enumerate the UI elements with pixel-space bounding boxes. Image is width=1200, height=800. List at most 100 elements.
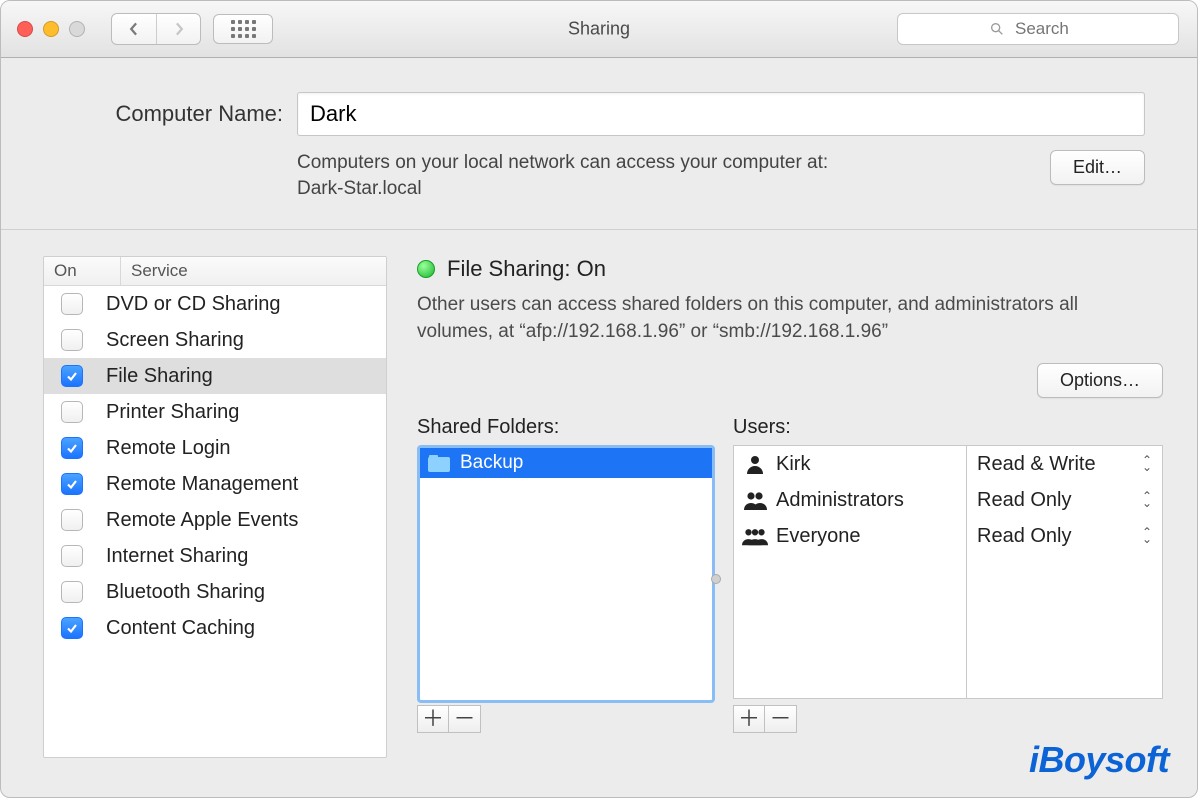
add-user-button[interactable]: ＋ bbox=[733, 705, 765, 733]
toolbar: Sharing bbox=[1, 1, 1197, 58]
permission-value: Read Only bbox=[977, 525, 1072, 548]
close-window-button[interactable] bbox=[17, 21, 33, 37]
computer-name-input[interactable] bbox=[297, 92, 1145, 136]
group-icon bbox=[743, 490, 767, 510]
service-row[interactable]: Screen Sharing bbox=[44, 322, 386, 358]
back-button[interactable] bbox=[112, 14, 156, 44]
service-checkbox[interactable] bbox=[61, 473, 83, 495]
services-header: On Service bbox=[44, 257, 386, 286]
window-controls bbox=[17, 21, 85, 37]
computer-name-label: Computer Name: bbox=[53, 101, 283, 127]
users-column: Users: Kirk Administrators Everyone Read &… bbox=[733, 416, 1163, 733]
everyone-icon bbox=[742, 526, 768, 546]
check-icon bbox=[66, 622, 78, 634]
users-list[interactable]: Kirk Administrators Everyone bbox=[733, 445, 967, 699]
folder-icon bbox=[428, 455, 450, 472]
local-access-description: Computers on your local network can acce… bbox=[297, 150, 828, 201]
minimize-window-button[interactable] bbox=[43, 21, 59, 37]
service-name: Remote Management bbox=[100, 473, 298, 496]
permission-stepper-icon[interactable]: ⌃⌄ bbox=[1142, 493, 1152, 507]
service-checkbox[interactable] bbox=[61, 329, 83, 351]
service-checkbox[interactable] bbox=[61, 365, 83, 387]
service-name: DVD or CD Sharing bbox=[100, 293, 281, 316]
window-title: Sharing bbox=[568, 19, 630, 40]
service-name: File Sharing bbox=[100, 365, 213, 388]
status-title: File Sharing: On bbox=[447, 256, 606, 282]
check-icon bbox=[66, 478, 78, 490]
service-name: Content Caching bbox=[100, 617, 255, 640]
permission-row[interactable]: Read Only⌃⌄ bbox=[967, 482, 1162, 518]
shared-folders-label: Shared Folders: bbox=[417, 416, 715, 439]
service-name: Remote Apple Events bbox=[100, 509, 298, 532]
check-icon bbox=[66, 370, 78, 382]
search-field[interactable] bbox=[897, 13, 1179, 45]
service-name: Screen Sharing bbox=[100, 329, 244, 352]
grid-icon bbox=[231, 20, 256, 38]
shared-folders-column: Shared Folders: Backup ＋ － bbox=[417, 416, 715, 733]
service-row[interactable]: File Sharing bbox=[44, 358, 386, 394]
chevron-right-icon bbox=[172, 22, 186, 36]
service-checkbox[interactable] bbox=[61, 545, 83, 567]
service-checkbox[interactable] bbox=[61, 437, 83, 459]
remove-folder-button[interactable]: － bbox=[449, 705, 481, 733]
service-row[interactable]: Printer Sharing bbox=[44, 394, 386, 430]
user-row[interactable]: Everyone bbox=[734, 518, 966, 554]
permission-value: Read & Write bbox=[977, 453, 1096, 476]
sharing-preferences-window: Sharing Computer Name: Computers on your… bbox=[0, 0, 1198, 798]
service-row[interactable]: Content Caching bbox=[44, 610, 386, 646]
permission-row[interactable]: Read Only ⌃⌄ bbox=[967, 518, 1162, 554]
service-checkbox[interactable] bbox=[61, 509, 83, 531]
shared-folder-row[interactable]: Backup bbox=[420, 448, 712, 478]
permission-row[interactable]: Read & Write ⌃⌄ bbox=[967, 446, 1162, 482]
header-panel: Computer Name: Computers on your local n… bbox=[1, 58, 1197, 230]
service-row[interactable]: Remote Management bbox=[44, 466, 386, 502]
add-folder-button[interactable]: ＋ bbox=[417, 705, 449, 733]
service-row[interactable]: Bluetooth Sharing bbox=[44, 574, 386, 610]
service-name: Bluetooth Sharing bbox=[100, 581, 265, 604]
chevron-left-icon bbox=[127, 22, 141, 36]
service-checkbox[interactable] bbox=[61, 581, 83, 603]
watermark: iBoysoft bbox=[1029, 739, 1169, 781]
user-name: Kirk bbox=[776, 453, 810, 476]
users-buttons: ＋ － bbox=[733, 705, 1163, 733]
service-detail: File Sharing: On Other users can access … bbox=[417, 256, 1163, 758]
user-row[interactable]: Administrators bbox=[734, 482, 966, 518]
service-row[interactable]: Remote Login bbox=[44, 430, 386, 466]
person-icon bbox=[745, 454, 765, 474]
check-icon bbox=[66, 442, 78, 454]
service-name: Printer Sharing bbox=[100, 401, 239, 424]
shared-folders-list[interactable]: Backup bbox=[417, 445, 715, 703]
shared-folders-buttons: ＋ － bbox=[417, 705, 715, 733]
forward-button[interactable] bbox=[156, 14, 200, 44]
search-input[interactable] bbox=[1013, 18, 1087, 40]
zoom-window-button bbox=[69, 21, 85, 37]
resize-handle-icon[interactable] bbox=[711, 574, 721, 584]
service-checkbox[interactable] bbox=[61, 293, 83, 315]
user-row[interactable]: Kirk bbox=[734, 446, 966, 482]
service-row[interactable]: DVD or CD Sharing bbox=[44, 286, 386, 322]
permission-stepper-icon[interactable]: ⌃⌄ bbox=[1142, 457, 1152, 471]
folder-name: Backup bbox=[460, 452, 523, 474]
search-icon bbox=[989, 21, 1005, 37]
status-description: Other users can access shared folders on… bbox=[417, 292, 1147, 345]
permissions-list[interactable]: Read & Write⌃⌄Read Only⌃⌄Read Only⌃⌄ bbox=[967, 445, 1163, 699]
remove-user-button[interactable]: － bbox=[765, 705, 797, 733]
edit-hostname-button[interactable]: Edit… bbox=[1050, 150, 1145, 185]
services-table[interactable]: On Service DVD or CD Sharing Screen Shari… bbox=[43, 256, 387, 758]
users-label: Users: bbox=[733, 416, 1163, 439]
service-row[interactable]: Internet Sharing bbox=[44, 538, 386, 574]
service-checkbox[interactable] bbox=[61, 617, 83, 639]
service-name: Remote Login bbox=[100, 437, 231, 460]
permission-stepper-icon[interactable]: ⌃⌄ bbox=[1142, 529, 1152, 543]
body: On Service DVD or CD Sharing Screen Shari… bbox=[1, 230, 1197, 784]
column-service: Service bbox=[121, 257, 198, 285]
service-checkbox[interactable] bbox=[61, 401, 83, 423]
user-name: Administrators bbox=[776, 489, 904, 512]
options-button[interactable]: Options… bbox=[1037, 363, 1163, 398]
user-name: Everyone bbox=[776, 525, 861, 548]
service-row[interactable]: Remote Apple Events bbox=[44, 502, 386, 538]
show-all-button[interactable] bbox=[213, 14, 273, 44]
status-indicator-icon bbox=[417, 260, 435, 278]
status-row: File Sharing: On bbox=[417, 256, 1163, 282]
nav-segmented bbox=[111, 13, 201, 45]
